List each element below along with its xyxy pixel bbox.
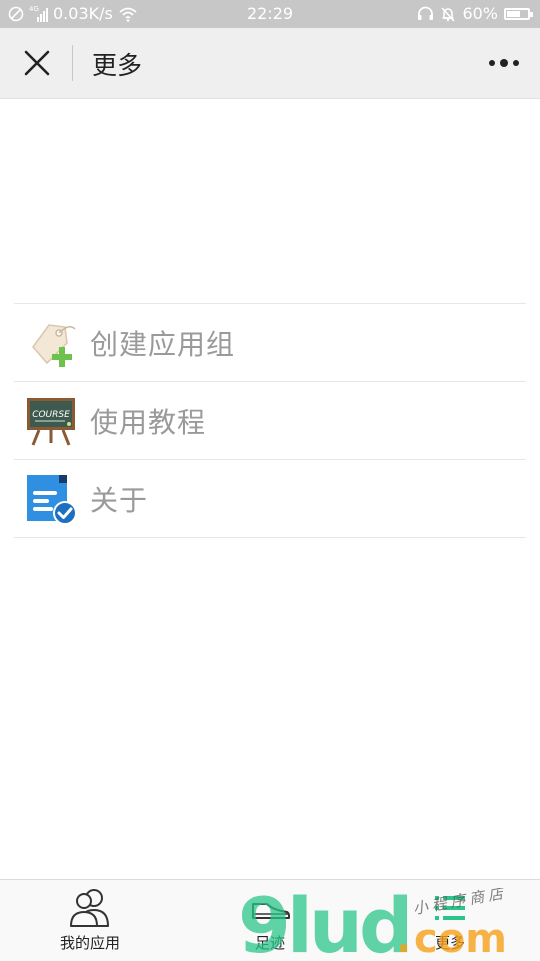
tab-label: 更多 <box>434 934 465 952</box>
list-icon <box>435 896 465 920</box>
menu-list: 创建应用组 COURSE 使用教程 关于 <box>14 303 526 538</box>
mute-bell-icon <box>441 6 456 22</box>
menu-item-about[interactable]: 关于 <box>14 460 526 538</box>
tab-label: 我的应用 <box>59 934 120 952</box>
status-bar: 4G 0.03K/s 22:29 60% <box>0 0 540 28</box>
tag-plus-icon <box>32 323 76 367</box>
battery-icon <box>504 7 533 20</box>
battery-percent: 60% <box>462 4 498 23</box>
menu-item-label: 使用教程 <box>90 405 207 439</box>
nav-bar: 更多 <box>0 28 540 99</box>
headset-icon <box>418 6 434 20</box>
users-icon <box>70 889 109 927</box>
tab-my-apps[interactable]: 我的应用 <box>0 880 180 961</box>
menu-item-label: 关于 <box>90 483 149 517</box>
nav-divider <box>72 45 73 81</box>
more-dot-icon <box>500 59 508 67</box>
close-button[interactable] <box>18 44 56 82</box>
menu-item-tutorial[interactable]: COURSE 使用教程 <box>14 382 526 460</box>
course-blackboard-icon: COURSE <box>27 397 75 446</box>
shoe-icon <box>252 903 290 919</box>
page-title: 更多 <box>92 51 143 80</box>
status-right: 60% <box>417 4 533 23</box>
tab-bar: 我的应用 足迹 更多 <box>0 879 540 961</box>
more-dot-icon <box>513 60 519 66</box>
svg-text:COURSE: COURSE <box>32 410 70 420</box>
more-options-button[interactable] <box>486 48 522 78</box>
close-icon <box>24 50 50 76</box>
battery-level <box>507 10 521 17</box>
tab-footprints[interactable]: 足迹 <box>180 880 360 961</box>
document-check-icon <box>27 474 77 525</box>
tab-more[interactable]: 更多 <box>360 880 540 961</box>
tab-label: 足迹 <box>254 934 285 952</box>
menu-item-create-group[interactable]: 创建应用组 <box>14 304 526 382</box>
more-dot-icon <box>489 60 495 66</box>
menu-item-label: 创建应用组 <box>90 327 236 361</box>
